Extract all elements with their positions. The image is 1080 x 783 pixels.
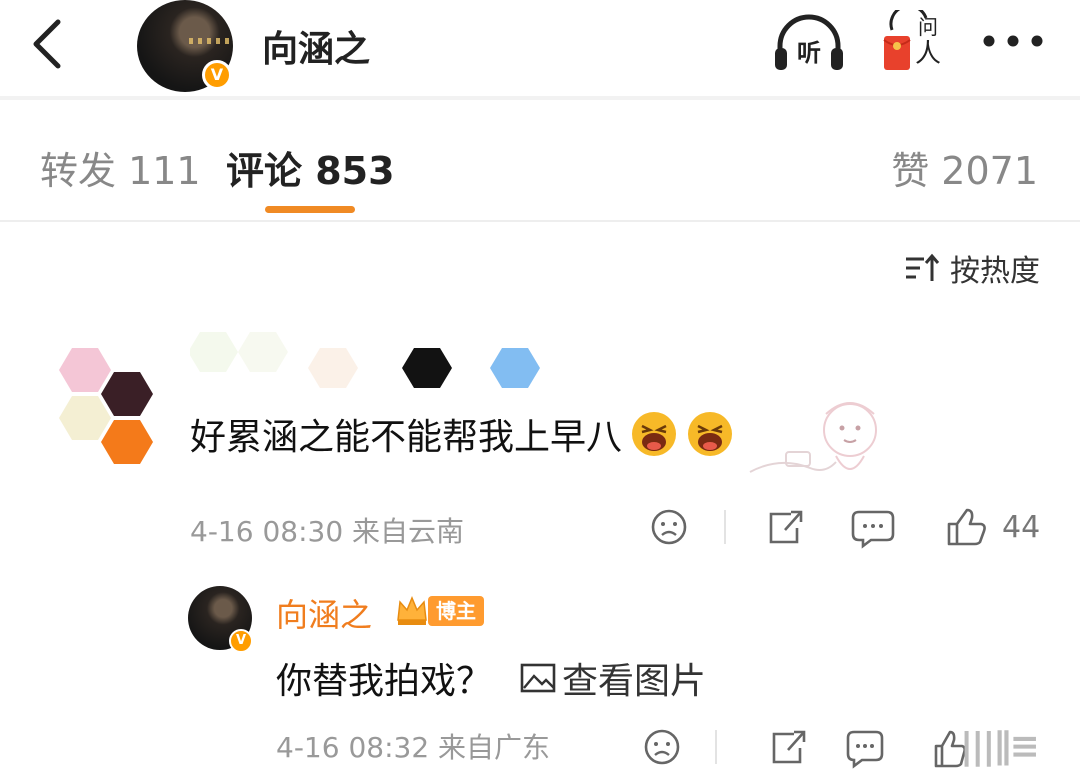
reply-author-name[interactable]: 向涵之 [276,590,372,636]
author-role-badge: 博主 [428,596,484,626]
comment-icon[interactable] [846,730,884,769]
back-arrow-icon[interactable] [28,18,68,70]
dislike-face-icon[interactable] [651,509,687,545]
view-image-link[interactable]: 查看图片 [520,652,706,704]
like-count: 44 [1002,510,1041,545]
more-dots-icon[interactable] [982,34,1044,48]
active-tab-indicator [265,206,355,213]
page-title[interactable]: 向涵之 [262,20,370,72]
share-icon[interactable] [772,730,806,764]
svg-text:人: 人 [915,39,941,69]
comment-actions [651,508,986,549]
view-image-label: 查看图片 [562,661,707,702]
reply-text: 你替我拍戏？ 查看图片 [276,652,706,704]
crying-laugh-emoji-icon [688,412,733,456]
dislike-face-icon[interactable] [644,729,680,765]
comment-icon[interactable] [851,510,895,549]
crying-laugh-emoji-icon [632,412,677,456]
tab-like[interactable]: 赞 2071 [891,140,1038,195]
top-bar: V 向涵之 听 问 人 [0,0,1080,100]
thumbs-up-icon[interactable] [947,508,986,546]
comment-meta: 4-16 08:30 来自云南 [190,515,465,548]
reply-body: 你替我拍戏？ [276,661,493,702]
svg-text:问: 问 [918,15,938,39]
reply-meta: 4-16 08:32 来自广东 [276,731,551,764]
red-envelope-icon[interactable]: 问 人 [880,10,946,74]
comment-text: 好累涵之能不能帮我上早八 [190,408,734,460]
listen-label: 听 [797,39,821,67]
crown-icon [397,596,427,625]
decorative-sticker [749,402,877,473]
comment-body: 好累涵之能不能帮我上早八 [190,417,623,458]
headphones-icon[interactable]: 听 [772,14,846,74]
verified-badge-icon: V [202,60,232,90]
commenter-name-blurred[interactable] [190,322,560,394]
image-icon [520,663,556,693]
tab-repost[interactable]: 转发 111 [40,140,201,195]
sort-icon [906,253,940,281]
watermark: |||∥≡ [960,726,1040,767]
sort-label: 按热度 [950,254,1040,289]
commenter-avatar[interactable] [58,346,158,472]
share-icon[interactable] [769,510,803,544]
verified-badge-icon: V [229,629,253,653]
sort-button[interactable]: 按热度 [904,250,1040,289]
tab-bar: 转发 111 评论 853 赞 2071 [0,104,1080,222]
tab-comment[interactable]: 评论 853 [226,140,395,195]
